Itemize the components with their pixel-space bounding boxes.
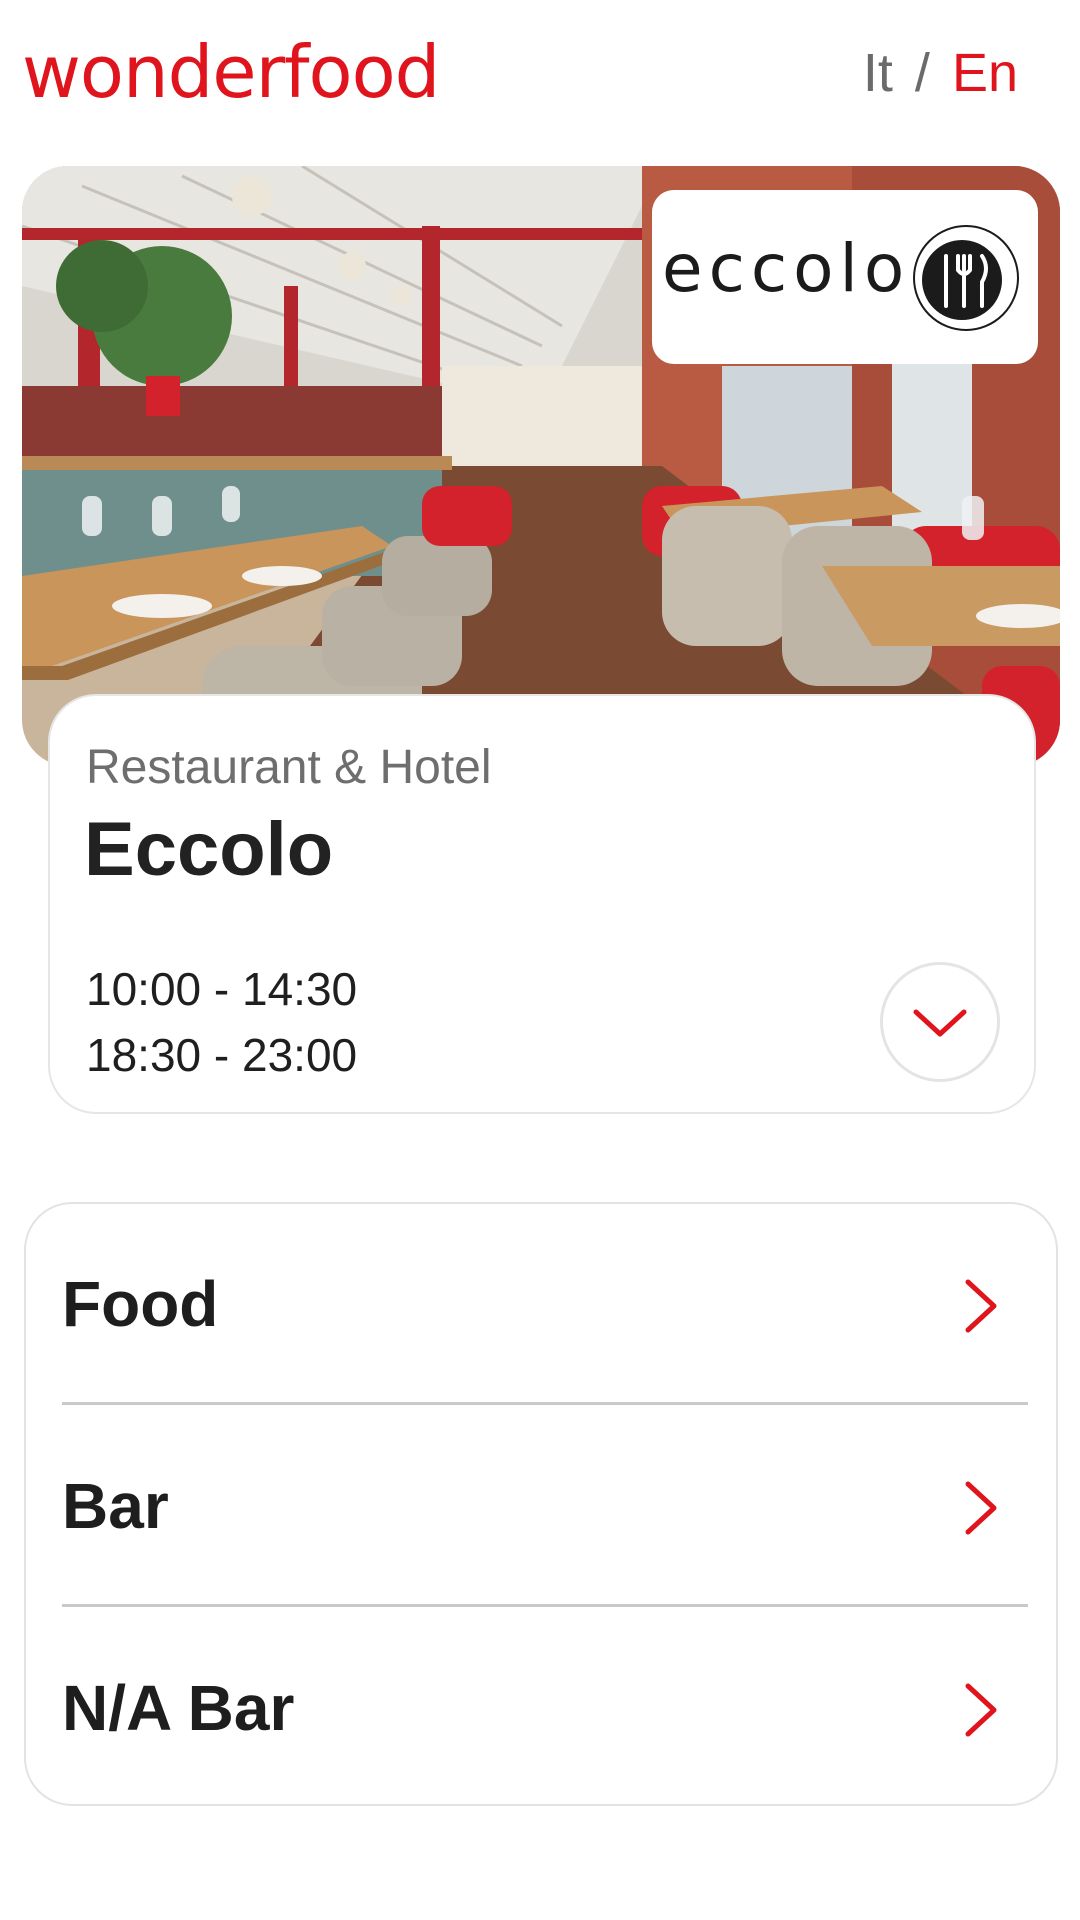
venue-info-card: Restaurant & Hotel Eccolo 10:00 - 14:30 … xyxy=(48,694,1036,1114)
fork-and-knife-icon xyxy=(913,225,1019,331)
menu-item-bar[interactable]: Bar xyxy=(62,1406,1024,1606)
brand-name: eccolo xyxy=(662,230,911,307)
lang-en-link[interactable]: En xyxy=(952,38,1018,108)
wonderfood-logo[interactable]: wonderfood xyxy=(22,32,440,112)
chevron-right-icon xyxy=(965,1279,997,1333)
hours-slot-2: 18:30 - 23:00 xyxy=(86,1029,358,1081)
menu-item-label: Bar xyxy=(62,1470,169,1542)
chevron-right-icon xyxy=(965,1481,997,1535)
venue-name: Eccolo xyxy=(84,807,334,892)
list-divider xyxy=(62,1402,1028,1405)
menu-categories-list: Food Bar N/A Bar xyxy=(24,1202,1058,1806)
chevron-right-icon xyxy=(965,1683,997,1737)
brand-logo-badge: eccolo xyxy=(652,190,1038,364)
menu-item-food[interactable]: Food xyxy=(62,1204,1024,1404)
expand-hours-button[interactable] xyxy=(880,962,1000,1082)
list-divider xyxy=(62,1604,1028,1607)
app-header: wonderfood It / En xyxy=(0,0,1080,150)
menu-item-label: N/A Bar xyxy=(62,1672,295,1744)
language-switcher: It / En xyxy=(863,38,1018,108)
hours-slot-1: 10:00 - 14:30 xyxy=(86,963,358,1015)
opening-hours: 10:00 - 14:30 18:30 - 23:00 xyxy=(86,956,357,1088)
menu-item-na-bar[interactable]: N/A Bar xyxy=(62,1608,1024,1808)
lang-separator: / xyxy=(914,43,930,103)
lang-it-link[interactable]: It xyxy=(863,38,893,108)
venue-category: Restaurant & Hotel xyxy=(86,741,492,794)
menu-item-label: Food xyxy=(62,1268,219,1340)
restaurant-photo: eccolo xyxy=(22,166,1060,766)
chevron-down-icon xyxy=(913,1009,967,1037)
